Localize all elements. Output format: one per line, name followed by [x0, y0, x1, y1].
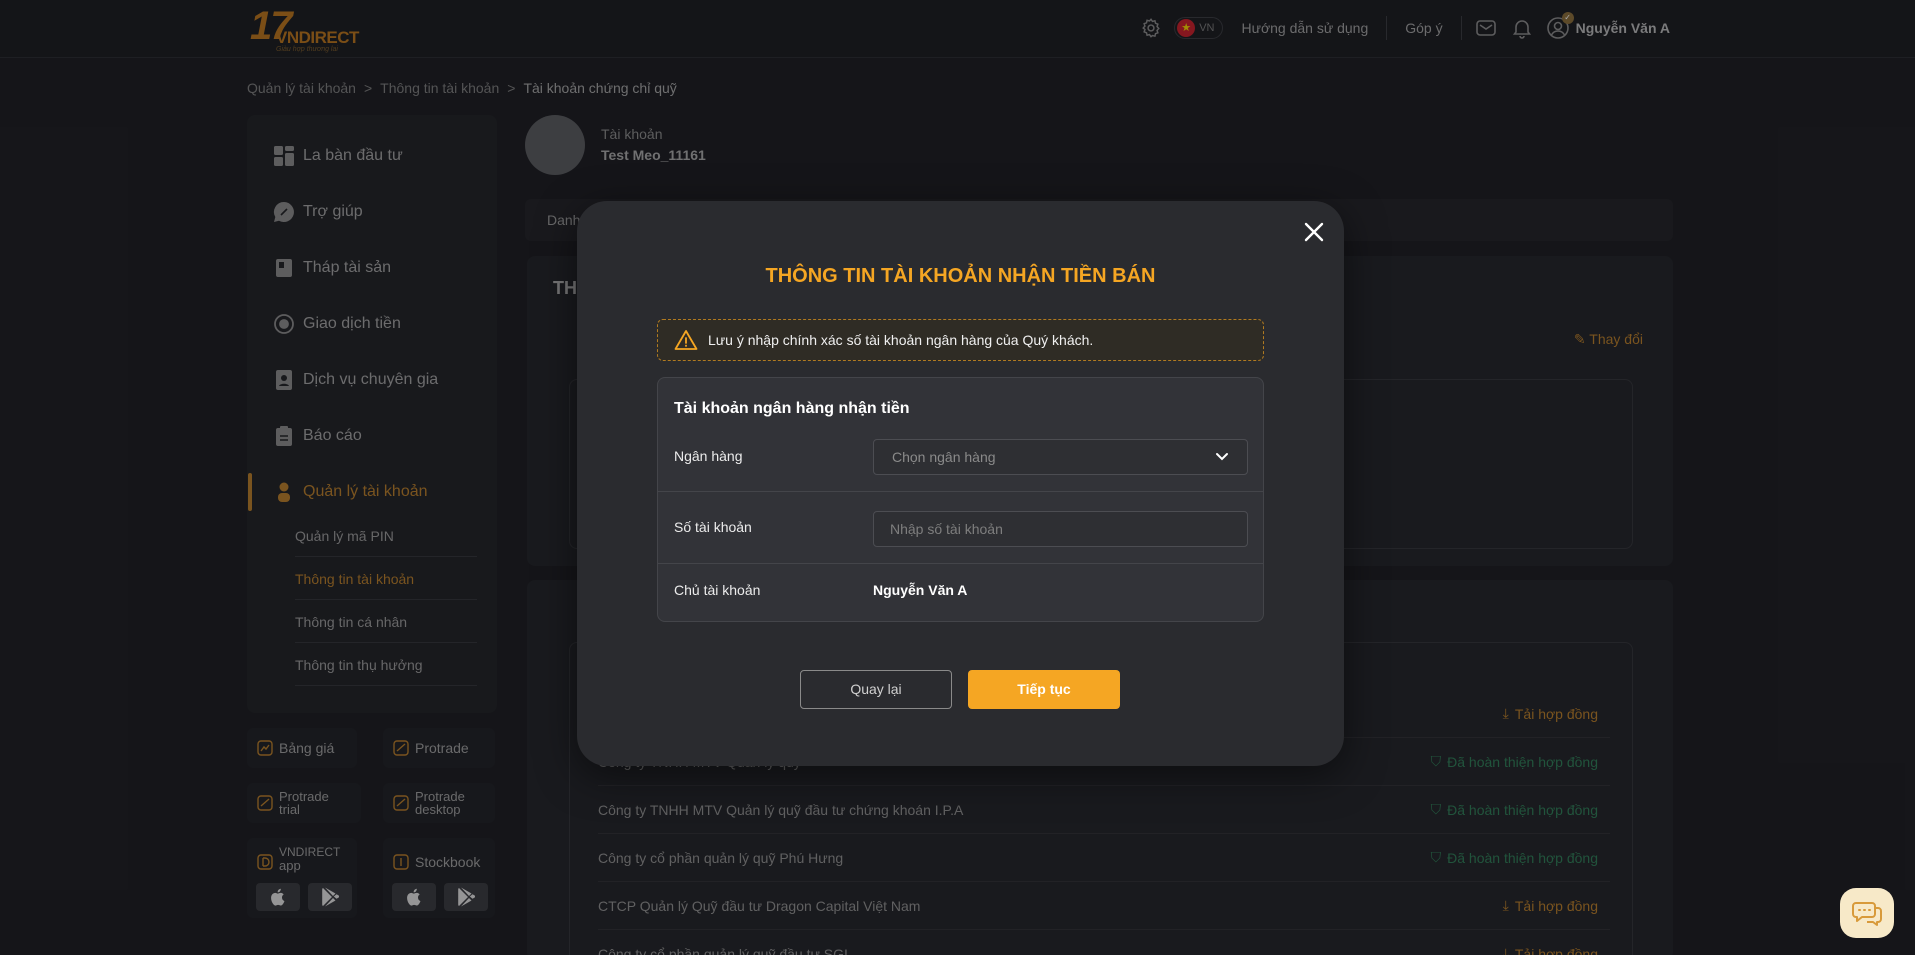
- chat-support-button[interactable]: [1840, 888, 1894, 938]
- warning-icon: [674, 330, 698, 350]
- chat-bubble-icon: [1852, 902, 1882, 926]
- sale-account-modal: THÔNG TIN TÀI KHOẢN NHẬN TIỀN BÁN Lưu ý …: [577, 201, 1344, 766]
- account-number-input[interactable]: [873, 511, 1248, 547]
- close-icon[interactable]: [1297, 215, 1331, 249]
- bank-account-form: Tài khoản ngân hàng nhận tiền Ngân hàng …: [657, 377, 1264, 622]
- continue-button[interactable]: Tiếp tục: [968, 670, 1120, 709]
- account-owner-value: Nguyễn Văn A: [873, 582, 968, 598]
- bank-select-placeholder: Chọn ngân hàng: [892, 449, 996, 465]
- back-button[interactable]: Quay lại: [800, 670, 952, 709]
- account-owner-label: Chủ tài khoản: [674, 582, 761, 598]
- account-number-label: Số tài khoản: [674, 519, 752, 535]
- page: 17 VNDIRECT Giàu hợp thương lai ★ VN Hướ…: [0, 0, 1915, 955]
- warning-notice: Lưu ý nhập chính xác số tài khoản ngân h…: [657, 319, 1264, 361]
- chevron-down-icon: [1216, 453, 1228, 461]
- form-title: Tài khoản ngân hàng nhận tiền: [674, 400, 910, 417]
- modal-title: THÔNG TIN TÀI KHOẢN NHẬN TIỀN BÁN: [765, 265, 1156, 287]
- form-divider: [658, 563, 1263, 564]
- notice-text: Lưu ý nhập chính xác số tài khoản ngân h…: [708, 332, 1094, 348]
- bank-label: Ngân hàng: [674, 448, 743, 464]
- bank-select[interactable]: Chọn ngân hàng: [873, 439, 1248, 475]
- form-divider: [658, 491, 1263, 492]
